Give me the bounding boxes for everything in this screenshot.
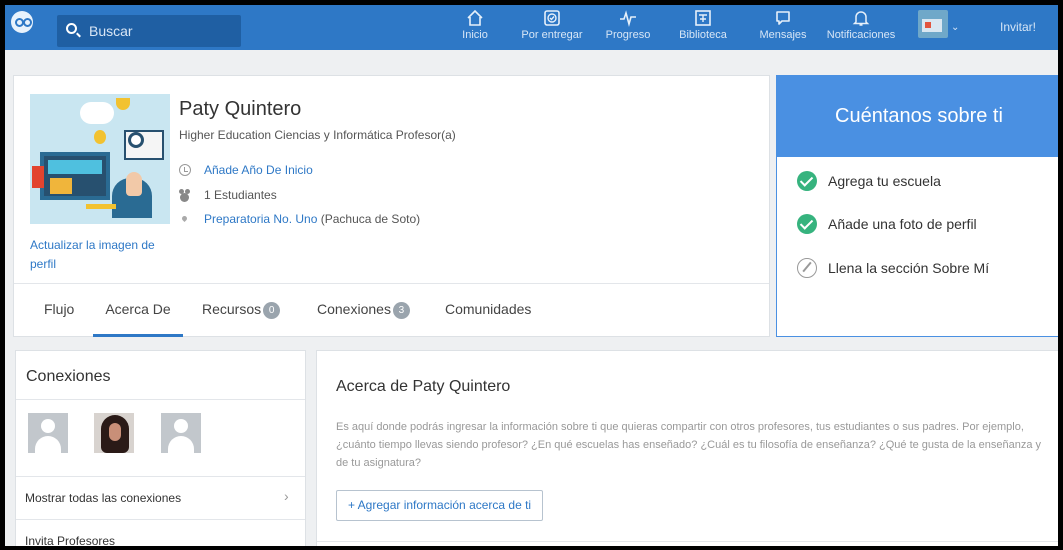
app-window: Buscar Inicio Por entregar Progreso Bibl… <box>5 5 1058 546</box>
connection-avatar[interactable] <box>94 413 134 453</box>
nav-label: Progreso <box>605 29 651 41</box>
divider <box>16 399 305 400</box>
school-link[interactable]: Preparatoria No. Uno <box>204 212 317 226</box>
count-badge: 0 <box>263 301 281 319</box>
tell-us-title: Cuéntanos sobre ti <box>777 76 1058 157</box>
nav-item-por-entregar[interactable]: Por entregar <box>518 5 586 50</box>
logo-icon[interactable] <box>11 11 33 33</box>
school-location: (Pachuca de Soto) <box>317 212 421 226</box>
profile-tabs: Flujo Acerca De Recursos 0 Conexiones 3 Co… <box>14 283 769 337</box>
connection-avatar[interactable] <box>161 413 201 453</box>
tab-acerca-de[interactable]: Acerca De <box>93 284 183 337</box>
divider <box>317 541 1058 542</box>
show-all-connections-link[interactable]: Mostrar todas las conexiones <box>25 491 181 505</box>
tab-comunidades[interactable]: Comunidades <box>445 284 531 337</box>
invite-button[interactable]: Invitar! <box>1000 20 1036 34</box>
pencil-icon <box>797 258 817 278</box>
search-icon <box>66 23 77 34</box>
home-icon <box>467 9 483 26</box>
nav-label: Inicio <box>462 29 488 41</box>
connections-panel: Conexiones Mostrar todas las conexiones … <box>15 350 306 546</box>
chevron-right-icon[interactable]: › <box>284 488 289 504</box>
profile-name: Paty Quintero <box>179 98 302 120</box>
tab-conexiones[interactable]: Conexiones 3 <box>317 284 410 337</box>
progress-icon <box>620 10 636 27</box>
check-icon <box>797 171 817 191</box>
search-input[interactable]: Buscar <box>57 15 241 47</box>
nav-item-inicio[interactable]: Inicio <box>460 5 490 50</box>
top-navigation-bar: Buscar Inicio Por entregar Progreso Bibl… <box>5 5 1058 50</box>
about-title: Acerca de Paty Quintero <box>336 378 511 395</box>
nav-label: Notificaciones <box>826 29 896 41</box>
nav-item-progreso[interactable]: Progreso <box>604 5 652 50</box>
nav-item-mensajes[interactable]: Mensajes <box>758 5 808 50</box>
profile-card: Actualizar la imagen de perfil Paty Quin… <box>13 75 770 337</box>
user-avatar[interactable] <box>918 10 948 38</box>
library-icon <box>695 10 711 26</box>
profile-subtitle: Higher Education Ciencias y Informática … <box>179 128 456 142</box>
location-icon <box>179 213 191 225</box>
divider <box>16 519 305 520</box>
invite-teachers-link[interactable]: Invita Profesores <box>25 534 115 546</box>
tab-recursos[interactable]: Recursos 0 <box>202 284 281 337</box>
about-description: Es aquí donde podrás ingresar la informa… <box>336 421 1042 469</box>
nav-label: Por entregar <box>521 29 583 41</box>
assignment-icon <box>544 10 560 26</box>
divider <box>16 476 305 477</box>
students-count: 1 Estudiantes <box>204 188 277 202</box>
about-panel: Acerca de Paty Quintero Es aquí donde po… <box>316 350 1058 546</box>
nav-item-notificaciones[interactable]: Notificaciones <box>826 5 896 50</box>
check-icon <box>797 214 817 234</box>
nav-label: Biblioteca <box>679 29 727 41</box>
search-placeholder: Buscar <box>89 23 133 39</box>
add-start-year-link[interactable]: Añade Año De Inicio <box>204 163 313 177</box>
update-profile-image-link[interactable]: Actualizar la imagen de perfil <box>30 236 170 274</box>
nav-label: Mensajes <box>759 29 807 41</box>
nav-item-biblioteca[interactable]: Biblioteca <box>676 5 730 50</box>
tab-flujo[interactable]: Flujo <box>44 284 74 337</box>
connection-avatar[interactable] <box>28 413 68 453</box>
add-about-info-button[interactable]: + Agregar información acerca de ti <box>336 490 544 521</box>
students-icon <box>179 189 191 201</box>
clock-icon <box>179 164 191 176</box>
profile-image[interactable] <box>30 94 170 224</box>
connections-title: Conexiones <box>26 368 111 385</box>
chevron-down-icon[interactable]: ⌄ <box>951 22 959 33</box>
count-badge: 3 <box>392 301 410 319</box>
bell-icon <box>852 11 870 26</box>
tell-us-about-you-card: Cuéntanos sobre ti Agrega tu escuela Aña… <box>776 75 1058 337</box>
message-icon <box>776 11 790 25</box>
